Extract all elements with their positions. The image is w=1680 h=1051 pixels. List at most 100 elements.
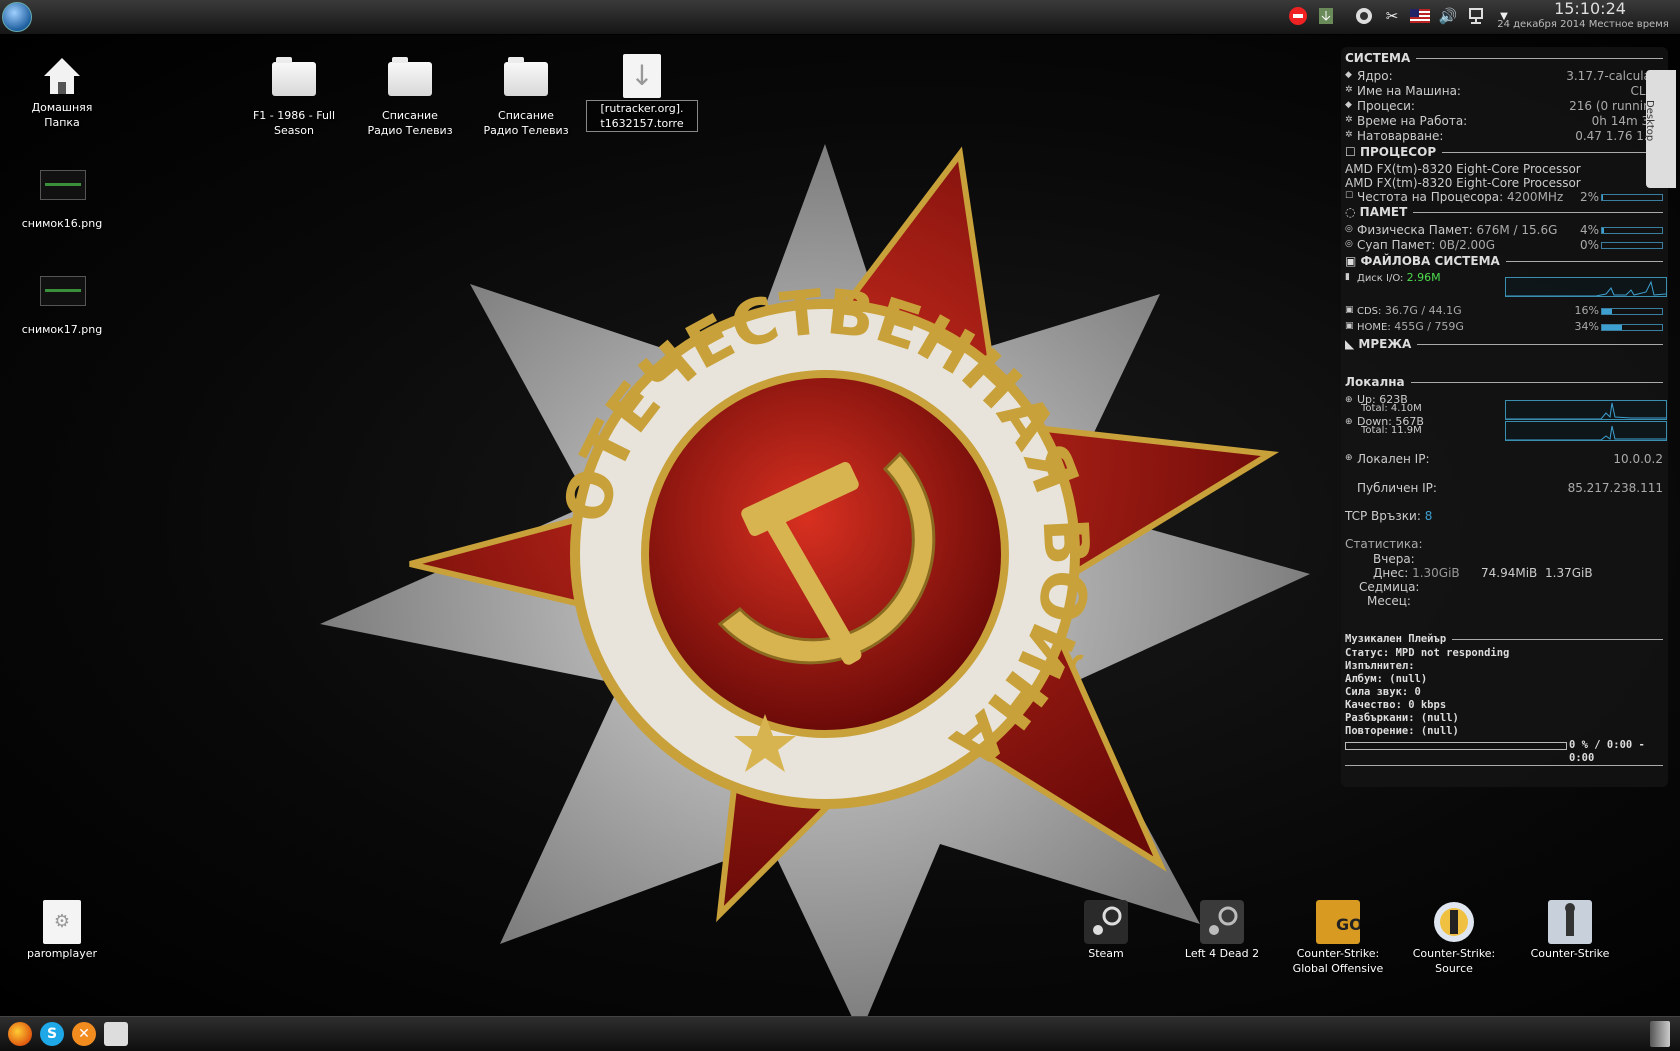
mpd-volume: Сила звук: 0 — [1345, 686, 1421, 698]
folder-icon — [504, 57, 548, 96]
desktop-icon-csgo[interactable]: GO Counter-Strike: Global Offensive — [1282, 900, 1394, 976]
desktop-icon-f1-folder[interactable]: F1 - 1986 - Full Season — [238, 54, 350, 138]
swap-percent: 0% — [1579, 238, 1599, 252]
download-total: Total: 11.9M — [1361, 425, 1422, 436]
desktop-icon-label: Домашняя Папка — [31, 101, 93, 129]
processes-label: Процеси: — [1357, 99, 1415, 113]
virtualbox-cube-icon[interactable] — [104, 1022, 128, 1046]
home-icon — [40, 54, 84, 98]
week-label: Седмица: — [1359, 580, 1420, 594]
desktop-icon-label: [rutracker.org]. t1632157.torre — [586, 100, 698, 132]
desktop-icon-label: Steam — [1088, 947, 1124, 960]
system-tray: ✂ 🔊 ▼ — [1288, 5, 1514, 27]
desktop-icon-torrent[interactable]: ↓ [rutracker.org]. t1632157.torre — [586, 54, 698, 132]
desktop-icon-css[interactable]: Counter-Strike: Source — [1398, 900, 1510, 976]
top-panel: ✂ 🔊 ▼ 15:10:24 24 декабря 2014 Местное в… — [0, 0, 1680, 35]
gear-bullet-icon: ✲ — [1345, 85, 1353, 95]
ram-usage-bar — [1601, 227, 1663, 234]
disk-io: Диск I/O: 2.96M — [1357, 271, 1441, 284]
desktop-icon-snimok16[interactable]: снимок16.png — [6, 162, 118, 231]
section-header-filesystem: ▣ ФАЙЛОВА СИСТЕМА — [1345, 254, 1663, 268]
desktop-icon-paromplayer[interactable]: ⚙ paromplayer — [6, 900, 118, 961]
section-header-network: ◣ МРЕЖА — [1345, 337, 1663, 351]
today-stats: Днес: 1.30GiB — [1373, 566, 1460, 580]
desktop-icon-label: F1 - 1986 - Full Season — [252, 109, 336, 137]
desktop-icon-steam[interactable]: Steam — [1050, 900, 1162, 961]
image-icon — [40, 170, 86, 200]
steam-game-icon — [1200, 900, 1244, 944]
stop-icon[interactable] — [1288, 6, 1308, 26]
gear-bullet-icon: ✲ — [1345, 130, 1353, 140]
clock-date: 24 декабря 2014 Местное время — [1497, 19, 1669, 30]
scissors-icon[interactable]: ✂ — [1382, 6, 1402, 26]
medal-center — [641, 370, 1009, 738]
today-third-value: 1.37GiB — [1545, 566, 1593, 580]
desktop-icon-cs[interactable]: Counter-Strike — [1514, 900, 1626, 961]
cds-percent: 16% — [1574, 304, 1599, 317]
drive-icon: ▣ — [1345, 321, 1354, 331]
desktop-icon-label: Списание Радио Телевиз — [367, 109, 453, 137]
skype-icon[interactable]: S — [40, 1022, 64, 1046]
show-desktop-icon[interactable] — [1650, 1021, 1670, 1047]
network-icon[interactable] — [1466, 6, 1486, 26]
desktop-icon-left4dead2[interactable]: Left 4 Dead 2 — [1166, 900, 1278, 961]
side-tab-label: Desktop — [1644, 100, 1655, 142]
yesterday-label: Вчера: — [1373, 552, 1415, 566]
section-header-memory: ◌ ПАМЕТ — [1345, 205, 1663, 219]
desktop-side-tab[interactable]: Desktop — [1644, 70, 1676, 188]
upload-total: Total: 4.10M — [1361, 403, 1422, 414]
mpd-progress-text: 0 % / 0:00 - 0:00 — [1569, 739, 1645, 764]
home-usage: HOME: 455G / 759G — [1357, 320, 1464, 333]
public-ip-value: 85.217.238.111 — [1567, 481, 1663, 495]
swap-usage-bar — [1601, 242, 1663, 249]
memory-bullet-icon: ◎ — [1345, 224, 1353, 234]
clock-time[interactable]: 15:10:24 — [1520, 0, 1660, 18]
steam-icon — [1084, 900, 1128, 944]
desktop-icon-spisanie-2[interactable]: Списание Радио Телевиз — [470, 54, 582, 138]
divider — [1345, 765, 1663, 766]
conky-system-monitor: СИСТЕМА ◆ Ядро: 3.17.7-calculate ✲ Име на М… — [1341, 47, 1668, 787]
keyboard-layout-flag-icon[interactable] — [1410, 6, 1430, 26]
cpu-frequency: Честота на Процесора: 4200MHz — [1357, 190, 1564, 204]
folder-icon — [388, 57, 432, 96]
screenshot-icon[interactable] — [1354, 6, 1374, 26]
local-ip-value: 10.0.0.2 — [1613, 452, 1663, 466]
statistics-label: Статистика: — [1345, 537, 1423, 551]
application-menu-button[interactable] — [2, 2, 32, 32]
crossover-icon[interactable]: ✕ — [72, 1022, 96, 1046]
local-ip-label: Локален IP: — [1357, 452, 1430, 466]
memory-bullet-icon: ◎ — [1345, 239, 1353, 249]
cpu-usage-bar — [1601, 194, 1663, 201]
bottom-panel: S ✕ — [0, 1016, 1680, 1051]
mpd-shuffle: Разбъркани: (null) — [1345, 712, 1459, 724]
volume-icon[interactable]: 🔊 — [1438, 6, 1458, 26]
mpd-album: Албум: (null) — [1345, 673, 1428, 685]
section-header-cpu: ☐ ПРОЦЕСОР — [1345, 145, 1663, 159]
firefox-icon[interactable] — [8, 1022, 32, 1046]
swap-usage: Суап Памет: 0B/2.00G — [1357, 238, 1496, 252]
upload-graph — [1505, 400, 1667, 420]
desktop-icon-label: снимок17.png — [21, 323, 103, 336]
download-manager-icon[interactable] — [1316, 6, 1336, 26]
folder-icon — [272, 57, 316, 96]
download-icon: ⊕ — [1345, 417, 1353, 427]
desktop-icon-label: Counter-Strike: Global Offensive — [1292, 947, 1384, 975]
today-second-value: 74.94MiB — [1481, 566, 1538, 580]
drive-icon: ▣ — [1345, 305, 1354, 315]
cds-usage: CDS: 36.7G / 44.1G — [1357, 304, 1462, 317]
css-icon — [1432, 900, 1476, 944]
desktop-icon-label: Counter-Strike — [1530, 947, 1610, 960]
application-icon: ⚙ — [43, 900, 81, 944]
desktop-icon-home[interactable]: Домашняя Папка — [6, 54, 118, 130]
svg-text:GO: GO — [1336, 915, 1360, 934]
csgo-icon: GO — [1316, 900, 1363, 944]
desktop-icon-spisanie-1[interactable]: Списание Радио Телевиз — [354, 54, 466, 138]
upload-icon: ⊕ — [1345, 395, 1353, 405]
desktop-icon-label: paromplayer — [26, 947, 98, 960]
desktop-icon-label: Left 4 Dead 2 — [1184, 947, 1260, 960]
mpd-quality: Качество: 0 kbps — [1345, 699, 1447, 711]
section-header-music-player: Музикален Плейър — [1345, 633, 1663, 645]
desktop-icon-snimok17[interactable]: снимок17.png — [6, 268, 118, 337]
section-header-system: СИСТЕМА — [1345, 51, 1663, 65]
mpd-repeat: Повторение: (null) — [1345, 725, 1459, 737]
